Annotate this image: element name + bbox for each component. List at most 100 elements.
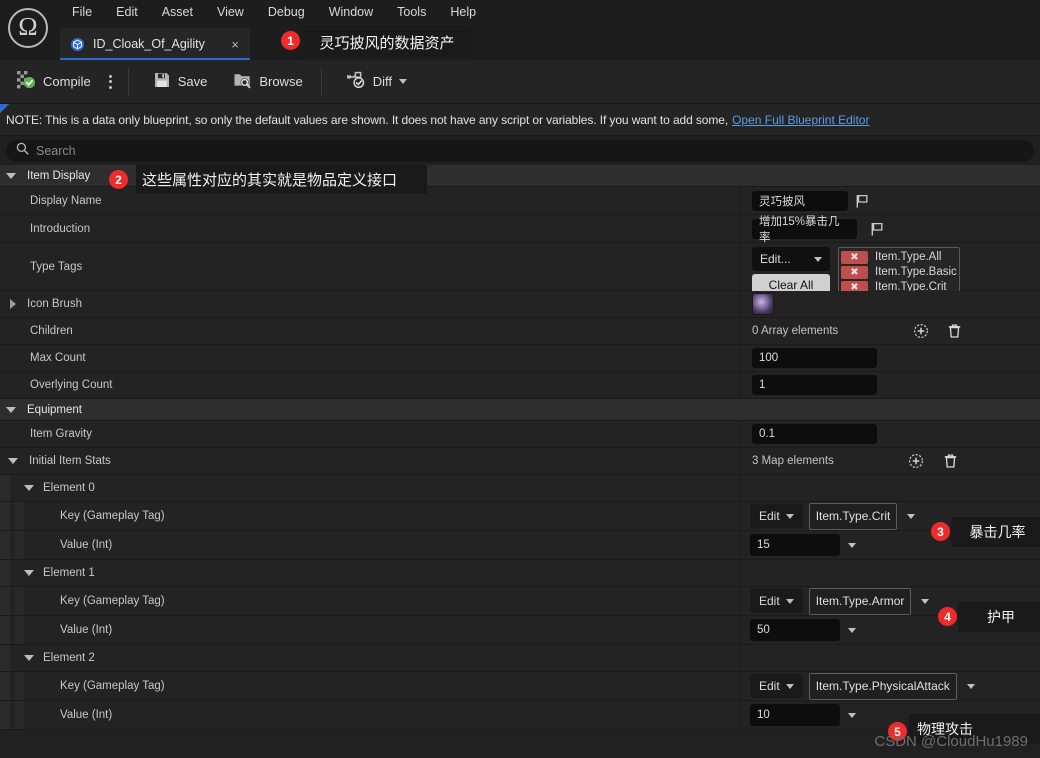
row-element-1-header[interactable]: Element 1 — [0, 560, 1040, 587]
tab-label: ID_Cloak_Of_Agility — [93, 37, 205, 51]
diff-button[interactable]: Diff — [336, 65, 417, 99]
indent-guide — [14, 701, 24, 729]
map-element-count: 3 Map elements — [752, 455, 834, 467]
expand-triangle-icon[interactable] — [6, 172, 16, 179]
menu-item-tools[interactable]: Tools — [385, 1, 438, 23]
annotation-badge-4: 4 — [938, 607, 957, 626]
indent-guide — [0, 560, 10, 586]
property-label: Initial Item Stats — [29, 455, 111, 467]
element-0-key-edit-button[interactable]: Edit — [750, 504, 803, 528]
indent-guide — [14, 502, 24, 530]
item-thumbnail[interactable] — [752, 293, 774, 315]
property-value-cell — [740, 291, 1040, 317]
expand-triangle-icon[interactable] — [8, 458, 18, 464]
editor-toolbar: Compile Save Browse Diff — [0, 60, 1040, 104]
localization-flag-icon[interactable] — [871, 222, 884, 236]
delete-elements-icon[interactable] — [946, 323, 963, 340]
element-2-key-value[interactable]: Item.Type.PhysicalAttack — [808, 672, 957, 700]
row-element-2-header[interactable]: Element 2 — [0, 645, 1040, 672]
chevron-down-icon[interactable] — [921, 598, 930, 604]
menu-item-asset[interactable]: Asset — [150, 1, 205, 23]
property-value-cell: Edit Item.Type.PhysicalAttack — [740, 672, 1040, 700]
remove-tag-icon[interactable]: ✖ — [841, 265, 868, 279]
max-count-input[interactable]: 100 — [752, 348, 877, 368]
chevron-down-icon[interactable] — [848, 712, 856, 718]
property-name-cell: Introduction — [0, 215, 740, 242]
row-element-0-header[interactable]: Element 0 — [0, 475, 1040, 502]
floppy-disk-icon — [153, 71, 171, 92]
menu-item-edit[interactable]: Edit — [104, 1, 150, 23]
tab-id-cloak-of-agility[interactable]: ID_Cloak_Of_Agility × — [60, 28, 250, 60]
unreal-engine-logo-icon[interactable]: Ω — [8, 8, 48, 48]
add-element-icon[interactable] — [912, 323, 929, 340]
expand-triangle-icon[interactable] — [10, 299, 16, 309]
expand-triangle-icon[interactable] — [24, 570, 34, 576]
open-full-blueprint-editor-link[interactable]: Open Full Blueprint Editor — [732, 113, 869, 127]
chevron-down-icon[interactable] — [848, 627, 856, 633]
indent-guide — [0, 475, 10, 501]
chevron-down-icon — [785, 598, 794, 604]
property-label: Key (Gameplay Tag) — [60, 680, 165, 692]
remove-tag-icon[interactable]: ✖ — [841, 250, 868, 264]
property-label: Value (Int) — [60, 539, 113, 551]
property-label: Item Gravity — [30, 428, 92, 440]
property-value-cell: 增加15%暴击几率 — [740, 215, 1040, 244]
property-name-cell: Children — [0, 318, 740, 344]
indent-guide — [0, 587, 10, 615]
item-gravity-input[interactable]: 0.1 — [752, 424, 877, 444]
menu-item-file[interactable]: File — [60, 1, 104, 23]
display-name-input[interactable]: 灵巧披风 — [752, 190, 848, 211]
row-element-1-value: Value (Int) 50 — [0, 616, 1040, 645]
overlying-count-input[interactable]: 1 — [752, 375, 877, 395]
element-1-key-value[interactable]: Item.Type.Armor — [808, 587, 912, 615]
menu-item-debug[interactable]: Debug — [256, 1, 317, 23]
expand-triangle-icon[interactable] — [24, 485, 34, 491]
property-label: Overlying Count — [30, 379, 113, 391]
data-only-blueprint-note: NOTE: This is a data only blueprint, so … — [0, 104, 1040, 136]
blueprint-asset-icon — [70, 37, 85, 52]
introduction-input[interactable]: 增加15%暴击几率 — [752, 216, 857, 244]
localization-flag-icon[interactable] — [856, 194, 869, 208]
diff-label: Diff — [372, 74, 392, 89]
property-label: Type Tags — [30, 260, 83, 273]
search-icon — [16, 142, 29, 160]
property-label: Display Name — [30, 194, 102, 207]
close-icon[interactable]: × — [228, 38, 242, 51]
expand-triangle-icon[interactable] — [24, 655, 34, 661]
search-placeholder: Search — [36, 143, 76, 158]
chevron-down-icon[interactable] — [848, 542, 856, 548]
element-0-value-input[interactable]: 15 — [750, 534, 840, 556]
compile-label: Compile — [43, 74, 91, 89]
row-icon-brush: Icon Brush — [0, 291, 1040, 318]
element-2-value-input[interactable]: 10 — [750, 704, 840, 726]
indent-guide — [0, 616, 10, 644]
property-name-cell: Key (Gameplay Tag) — [0, 587, 740, 615]
chevron-down-icon[interactable] — [966, 683, 975, 689]
search-input[interactable]: Search — [6, 139, 1034, 162]
menu-item-help[interactable]: Help — [438, 1, 488, 23]
more-options-icon[interactable] — [101, 65, 120, 99]
row-element-0-key: Key (Gameplay Tag) Edit Item.Type.Crit — [0, 502, 1040, 531]
indent-guide — [0, 701, 10, 729]
delete-elements-icon[interactable] — [942, 453, 959, 470]
type-tags-edit-dropdown[interactable]: Edit... — [752, 247, 830, 271]
menu-item-window[interactable]: Window — [317, 1, 385, 23]
element-1-value-input[interactable]: 50 — [750, 619, 840, 641]
chevron-down-icon[interactable] — [398, 79, 407, 84]
element-2-key-edit-button[interactable]: Edit — [750, 674, 803, 698]
row-overlying-count: Overlying Count 1 — [0, 372, 1040, 399]
add-element-icon[interactable] — [908, 453, 925, 470]
element-0-key-value[interactable]: Item.Type.Crit — [808, 502, 898, 530]
chevron-down-icon[interactable] — [907, 513, 916, 519]
category-equipment[interactable]: Equipment — [0, 399, 1040, 421]
property-label: Value (Int) — [60, 624, 113, 636]
indent-guide — [14, 672, 24, 700]
save-button[interactable]: Save — [143, 65, 218, 99]
element-1-key-edit-button[interactable]: Edit — [750, 589, 803, 613]
compile-button[interactable]: Compile — [6, 65, 101, 99]
browse-button[interactable]: Browse — [223, 65, 312, 99]
element-title: Element 0 — [43, 482, 95, 494]
expand-triangle-icon[interactable] — [6, 406, 16, 413]
menu-item-view[interactable]: View — [205, 1, 256, 23]
property-name-cell: Max Count — [0, 345, 740, 371]
